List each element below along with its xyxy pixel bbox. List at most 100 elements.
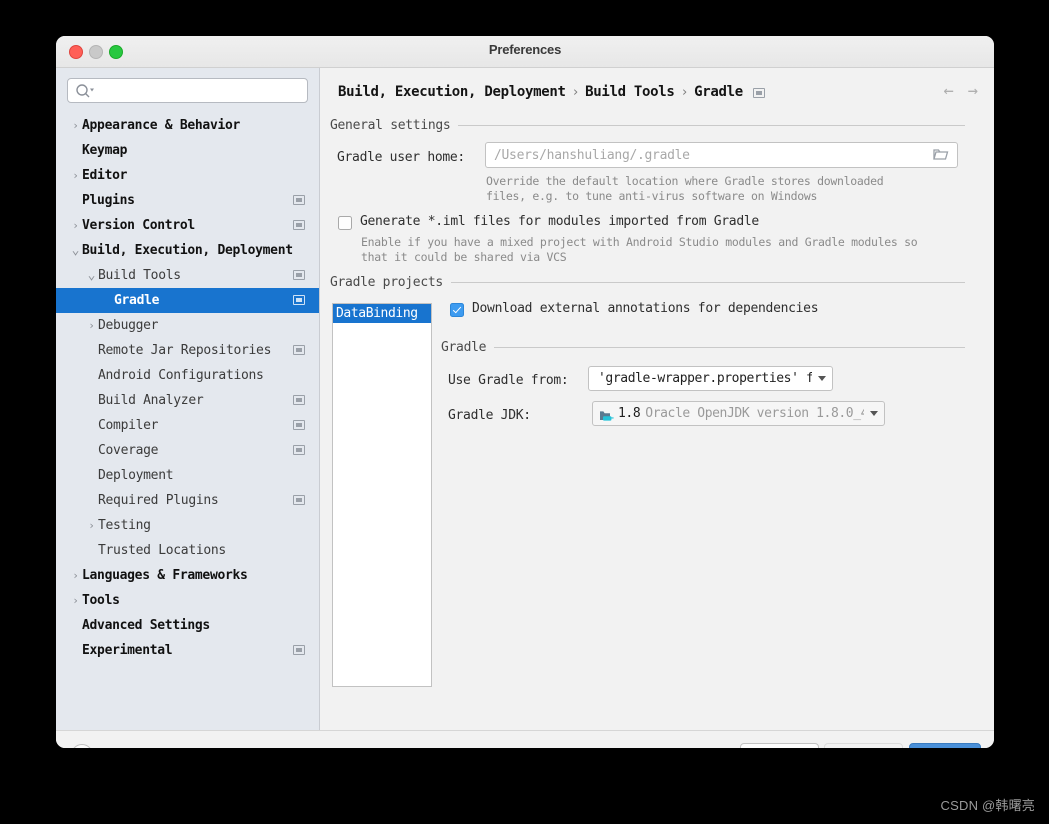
- sidebar-item-version-control[interactable]: › Version Control: [56, 213, 319, 238]
- generate-iml-checkbox[interactable]: [338, 216, 352, 230]
- sidebar-item-label: Debugger: [98, 318, 159, 333]
- cancel-button[interactable]: Cancel: [740, 743, 819, 748]
- watermark: CSDN @韩曙亮: [940, 798, 1035, 813]
- sidebar-item-languages-frameworks[interactable]: › Languages & Frameworks: [56, 563, 319, 588]
- sidebar-item-experimental[interactable]: Experimental: [56, 638, 319, 663]
- gradle-subsection-title: Gradle: [441, 340, 487, 355]
- jdk-detail-text: Oracle OpenJDK version 1.8.0_45 /L: [645, 406, 864, 421]
- sidebar-item-keymap[interactable]: Keymap: [56, 138, 319, 163]
- sidebar-item-label: Build Tools: [98, 268, 181, 283]
- settings-tree: › Appearance & Behavior Keymap › Editor Plugi…: [56, 111, 319, 730]
- list-item[interactable]: DataBinding: [333, 304, 431, 323]
- generate-iml-hint-line-2: that it could be shared via VCS: [361, 250, 567, 264]
- sidebar-item-debugger[interactable]: › Debugger: [56, 313, 319, 338]
- project-scope-icon: [293, 220, 305, 230]
- sidebar-item-label: Languages & Frameworks: [82, 568, 248, 583]
- project-scope-icon: [293, 445, 305, 455]
- project-scope-icon: [293, 195, 305, 205]
- navigation-arrows: ← →: [944, 82, 979, 100]
- sidebar-item-remote-jar-repositories[interactable]: Remote Jar Repositories: [56, 338, 319, 363]
- sidebar-item-label: Remote Jar Repositories: [98, 343, 272, 358]
- search-box[interactable]: [67, 78, 308, 103]
- sidebar-item-editor[interactable]: › Editor: [56, 163, 319, 188]
- chevron-down-icon: [818, 376, 826, 381]
- project-scope-icon: [293, 420, 305, 430]
- download-annotations-checkbox[interactable]: [450, 303, 464, 317]
- ok-button[interactable]: OK: [909, 743, 981, 748]
- general-settings-title: General settings: [330, 118, 451, 133]
- chevron-right-icon[interactable]: ›: [85, 513, 98, 538]
- section-divider: [458, 125, 965, 126]
- window-titlebar: Preferences: [56, 36, 994, 68]
- gradle-user-home-placeholder: /Users/hanshuliang/.gradle: [494, 147, 690, 163]
- sidebar-item-label: Build, Execution, Deployment: [82, 243, 293, 258]
- sidebar-item-label: Experimental: [82, 643, 173, 658]
- section-divider: [494, 347, 965, 348]
- sidebar-item-gradle[interactable]: Gradle: [56, 288, 319, 313]
- settings-main-panel: Build, Execution, Deployment › Build Too…: [320, 68, 994, 730]
- sidebar-item-testing[interactable]: › Testing: [56, 513, 319, 538]
- project-scope-icon: [293, 270, 305, 280]
- sidebar-item-tools[interactable]: › Tools: [56, 588, 319, 613]
- jdk-version-text: 1.8: [618, 406, 641, 421]
- breadcrumb-part-2[interactable]: Build Tools: [585, 84, 675, 100]
- project-scope-icon: [293, 495, 305, 505]
- sidebar-item-label: Trusted Locations: [98, 543, 226, 558]
- gradle-jdk-value: 1.8 Oracle OpenJDK version 1.8.0_45 /L: [618, 406, 864, 421]
- sidebar-item-build-execution-deployment[interactable]: ⌄ Build, Execution, Deployment: [56, 238, 319, 263]
- sidebar-item-deployment[interactable]: Deployment: [56, 463, 319, 488]
- sidebar-item-label: Plugins: [82, 193, 135, 208]
- generate-iml-label: Generate *.iml files for modules importe…: [360, 214, 759, 229]
- sidebar-item-advanced-settings[interactable]: Advanced Settings: [56, 613, 319, 638]
- generate-iml-hint-line-1: Enable if you have a mixed project with …: [361, 235, 918, 249]
- chevron-down-icon[interactable]: ⌄: [85, 267, 98, 284]
- search-input[interactable]: [96, 79, 301, 102]
- window-title: Preferences: [488, 42, 562, 57]
- project-scope-icon: [293, 395, 305, 405]
- folder-icon[interactable]: [933, 146, 949, 165]
- gradle-projects-body: DataBinding: [320, 275, 994, 687]
- sidebar-item-compiler[interactable]: Compiler: [56, 413, 319, 438]
- breadcrumb-part-1[interactable]: Build, Execution, Deployment: [338, 84, 566, 100]
- chevron-right-icon[interactable]: ›: [69, 588, 82, 613]
- back-arrow-icon[interactable]: ←: [944, 82, 954, 100]
- chevron-right-icon[interactable]: ›: [69, 563, 82, 588]
- general-settings-section-header: General settings: [330, 118, 965, 133]
- chevron-right-icon[interactable]: ›: [69, 163, 82, 188]
- sidebar-item-build-tools[interactable]: ⌄ Build Tools: [56, 263, 319, 288]
- help-button[interactable]: ?: [71, 744, 93, 748]
- dialog-footer: ? Cancel Apply OK: [56, 730, 994, 748]
- chevron-down-icon[interactable]: ⌄: [69, 242, 82, 259]
- sidebar-item-label: Deployment: [98, 468, 174, 483]
- gradle-project-list[interactable]: DataBinding: [332, 303, 432, 687]
- forward-arrow-icon[interactable]: →: [968, 82, 978, 100]
- sidebar-item-coverage[interactable]: Coverage: [56, 438, 319, 463]
- dialog-body: › Appearance & Behavior Keymap › Editor Plugi…: [56, 68, 994, 730]
- gradle-user-home-field[interactable]: /Users/hanshuliang/.gradle: [485, 142, 958, 168]
- sidebar-item-android-configurations[interactable]: Android Configurations: [56, 363, 319, 388]
- gradle-subsection-header: Gradle: [441, 340, 965, 355]
- sidebar-item-label: Required Plugins: [98, 493, 219, 508]
- sidebar-item-label: Tools: [82, 593, 120, 608]
- sidebar-item-label: Gradle: [114, 293, 160, 308]
- chevron-right-icon[interactable]: ›: [69, 113, 82, 138]
- gradle-jdk-dropdown[interactable]: 1.8 Oracle OpenJDK version 1.8.0_45 /L: [592, 401, 885, 426]
- sidebar-item-label: Appearance & Behavior: [82, 118, 241, 133]
- download-annotations-label: Download external annotations for depend…: [472, 301, 819, 316]
- use-gradle-from-dropdown[interactable]: 'gradle-wrapper.properties' file: [588, 366, 833, 391]
- project-scope-icon: [293, 645, 305, 655]
- search-area: [56, 68, 319, 111]
- sidebar-item-trusted-locations[interactable]: Trusted Locations: [56, 538, 319, 563]
- sidebar-item-plugins[interactable]: Plugins: [56, 188, 319, 213]
- sidebar-item-build-analyzer[interactable]: Build Analyzer: [56, 388, 319, 413]
- chevron-right-icon[interactable]: ›: [85, 313, 98, 338]
- search-icon: [75, 83, 95, 99]
- gradle-user-home-hint-line-2: files, e.g. to tune anti-virus software …: [486, 189, 818, 203]
- sidebar-item-appearance-behavior[interactable]: › Appearance & Behavior: [56, 113, 319, 138]
- chevron-right-icon[interactable]: ›: [69, 213, 82, 238]
- breadcrumb-part-3[interactable]: Gradle: [694, 84, 743, 100]
- apply-button[interactable]: Apply: [824, 743, 903, 748]
- sidebar-item-required-plugins[interactable]: Required Plugins: [56, 488, 319, 513]
- breadcrumb-separator-1: ›: [571, 84, 580, 100]
- sidebar-item-label: Editor: [82, 168, 128, 183]
